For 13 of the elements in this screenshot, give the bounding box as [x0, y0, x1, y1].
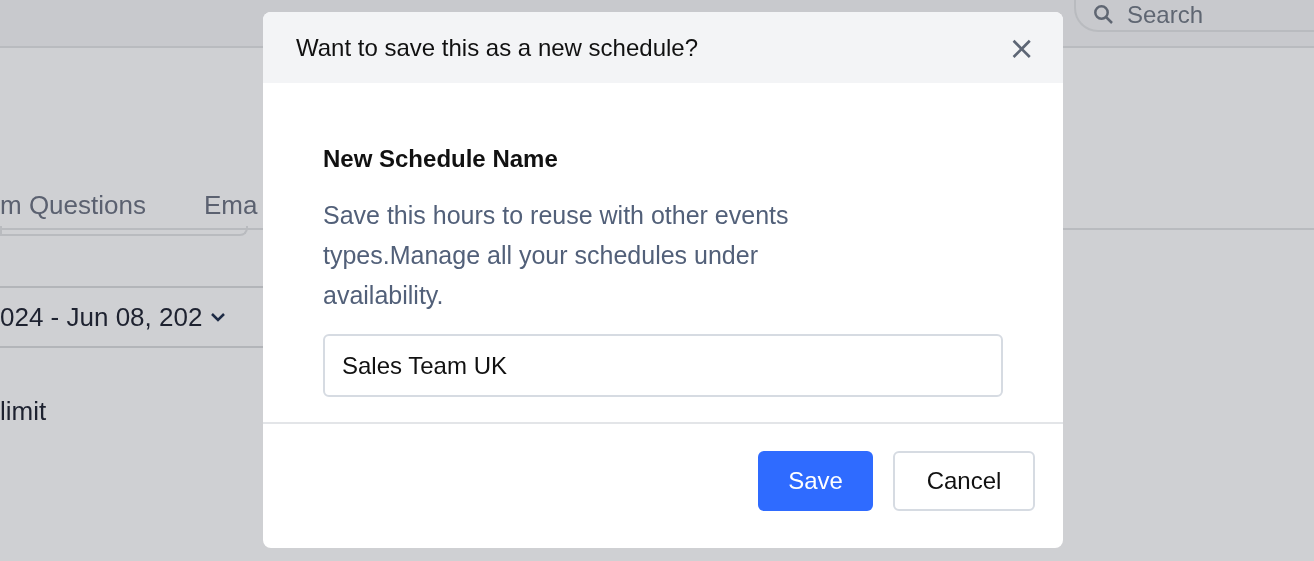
close-button[interactable]: ×	[1008, 31, 1035, 64]
cancel-button[interactable]: Cancel	[893, 451, 1035, 511]
search-icon	[1094, 4, 1113, 24]
tab[interactable]: Ema	[203, 188, 258, 228]
limit-label: limit	[0, 396, 48, 427]
chevron-icon	[210, 312, 227, 322]
field-label: New Schedule Name	[323, 145, 559, 173]
schedule-name-field[interactable]: Sales Team UK	[323, 334, 1003, 397]
description-text: Save this hours to reuse with other events types.Manage all your schedules under availability.	[323, 200, 790, 311]
save-button[interactable]: Save	[758, 451, 873, 511]
dialog-title: Want to save this as a new schedule?	[296, 33, 698, 62]
tab[interactable]: m Questions	[0, 188, 146, 228]
search-field[interactable]: Search	[1127, 1, 1277, 29]
